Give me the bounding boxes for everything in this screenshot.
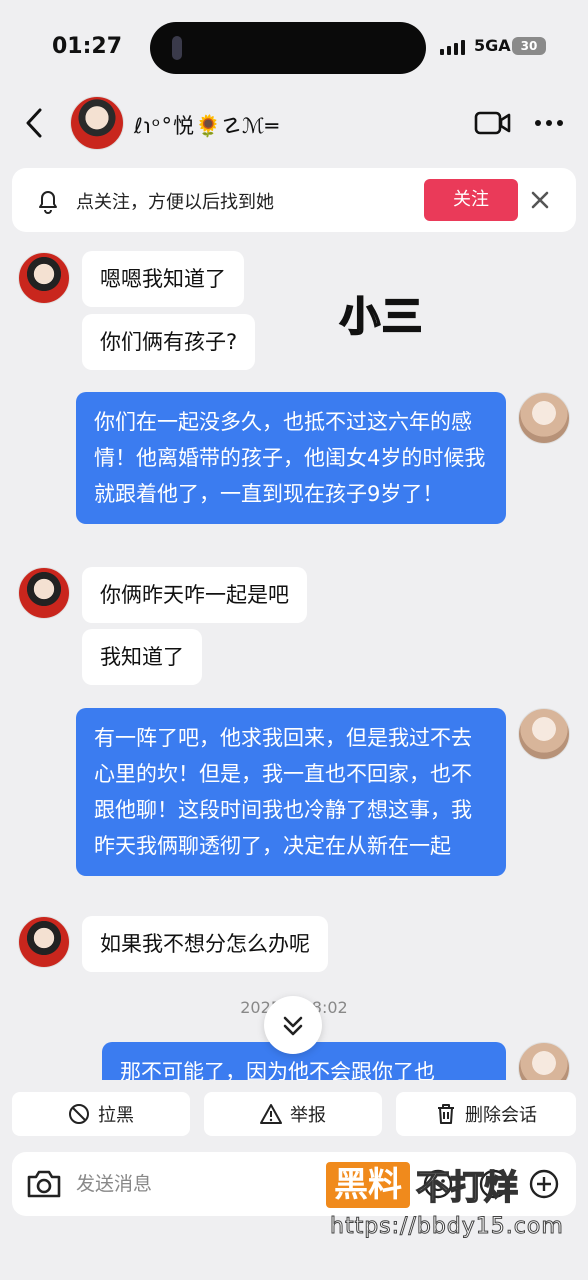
avatar[interactable] (518, 1042, 570, 1080)
message-bubble-sent[interactable]: 有一阵了吧，他求我回来，但是我过不去心里的坎！但是，我一直也不回家，也不跟他聊！… (76, 708, 506, 876)
avatar[interactable] (518, 708, 570, 760)
delete-conversation-button[interactable]: 删除会话 (396, 1092, 576, 1136)
watermark-url: https://bbdy15.com (330, 1214, 564, 1240)
bell-icon (39, 191, 57, 214)
delete-label: 删除会话 (465, 1105, 537, 1126)
block-icon (69, 1104, 89, 1124)
network-label: 5GA (474, 36, 511, 55)
avatar[interactable] (18, 916, 70, 968)
avatar[interactable] (518, 392, 570, 444)
status-time: 01:27 (52, 34, 123, 59)
back-arrow-icon[interactable] (20, 106, 50, 140)
contact-name[interactable]: ℓ℩ᵒ°悦🌻☡ℳ═ (134, 110, 279, 140)
follow-banner: 点关注，方便以后找到她 关注 (12, 168, 576, 232)
block-label: 拉黑 (98, 1105, 134, 1126)
scroll-to-bottom-button[interactable] (264, 996, 322, 1054)
warning-icon (260, 1104, 282, 1124)
message-list[interactable]: 小三 嗯嗯我知道了 你们俩有孩子? 你们在一起没多久，也抵不过这六年的感情！他离… (0, 240, 588, 1080)
plus-icon[interactable] (528, 1168, 560, 1200)
follow-prompt: 点关注，方便以后找到她 (76, 192, 274, 213)
avatar[interactable] (18, 567, 70, 619)
message-bubble-received[interactable]: 你们俩有孩子? (82, 314, 256, 370)
watermark-text: 不打烊 (415, 1167, 519, 1209)
video-call-icon[interactable] (474, 110, 512, 136)
message-bubble-received[interactable]: 我知道了 (82, 629, 202, 685)
flashlight-indicator (172, 36, 182, 60)
watermark: 黑料 不打烊 (326, 1160, 519, 1209)
more-icon[interactable] (534, 118, 564, 128)
overlay-annotation: 小三 (339, 293, 424, 341)
avatar[interactable] (18, 252, 70, 304)
signal-icon (440, 40, 465, 55)
message-bubble-sent[interactable]: 你们在一起没多久，也抵不过这六年的感情！他离婚带的孩子，他闺女4岁的时候我就跟着… (76, 392, 506, 524)
close-icon[interactable] (526, 186, 554, 214)
follow-button[interactable]: 关注 (424, 179, 518, 221)
watermark-badge: 黑料 (326, 1161, 410, 1208)
block-button[interactable]: 拉黑 (12, 1092, 190, 1136)
message-bubble-received[interactable]: 你俩昨天咋一起是吧 (82, 567, 307, 623)
trash-icon (438, 1104, 454, 1124)
report-label: 举报 (290, 1105, 326, 1126)
message-bubble-received[interactable]: 嗯嗯我知道了 (82, 251, 244, 307)
camera-icon[interactable] (26, 1168, 62, 1200)
battery-icon: 30 (512, 37, 546, 55)
chat-header: ℓ℩ᵒ°悦🌻☡ℳ═ (0, 92, 588, 156)
message-bubble-received[interactable]: 如果我不想分怎么办呢 (82, 916, 328, 972)
chevron-down-icon (283, 1016, 303, 1036)
contact-avatar[interactable] (70, 96, 124, 150)
report-button[interactable]: 举报 (204, 1092, 382, 1136)
dynamic-island (150, 22, 426, 74)
status-bar: 01:27 5GA 30 (0, 0, 588, 90)
